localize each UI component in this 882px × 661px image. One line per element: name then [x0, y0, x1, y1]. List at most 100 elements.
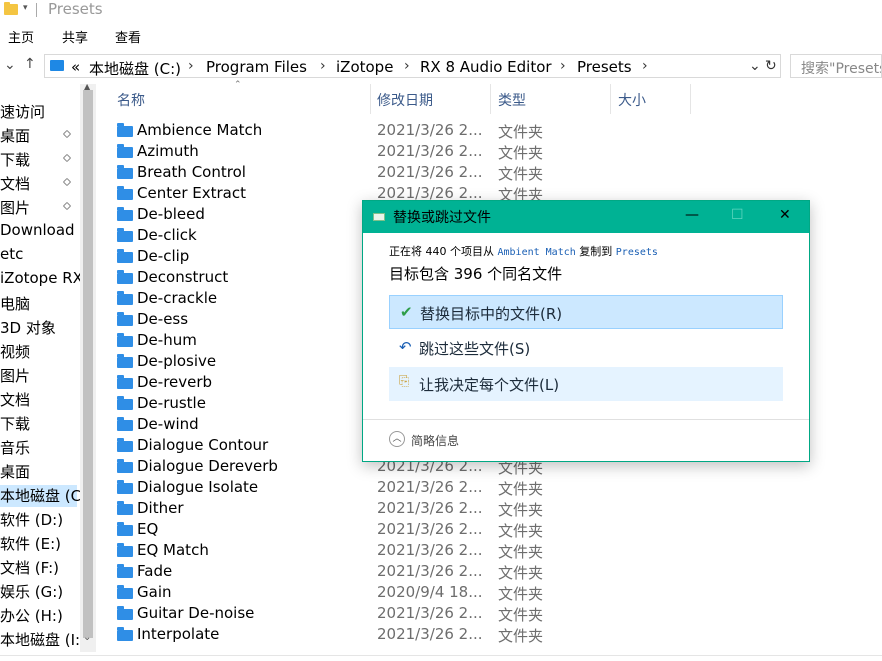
- nav-item[interactable]: 文档: [0, 389, 80, 411]
- column-divider[interactable]: [610, 84, 611, 114]
- tab-view[interactable]: 查看: [115, 27, 141, 46]
- nav-item[interactable]: 图片: [0, 197, 80, 219]
- breadcrumb-separator-icon[interactable]: ›: [642, 58, 648, 74]
- nav-item[interactable]: 下载: [0, 413, 80, 435]
- address-bar[interactable]: « 本地磁盘 (C:) › Program Files › iZotope › …: [44, 54, 781, 78]
- file-row[interactable]: EQ 2021/3/26 2... 文件夹: [112, 519, 612, 540]
- nav-item-label: etc: [0, 245, 24, 263]
- nav-item[interactable]: Download: [0, 221, 80, 243]
- file-row[interactable]: Azimuth 2021/3/26 2... 文件夹: [112, 141, 612, 162]
- tab-home[interactable]: 主页: [8, 27, 34, 46]
- dialog-copy-message: 正在将 440 个项目从 Ambient Match 复制到 Presets: [389, 243, 658, 259]
- folder-icon: [117, 123, 133, 137]
- nav-item[interactable]: 电脑: [0, 293, 80, 315]
- breadcrumb-drive[interactable]: 本地磁盘 (C:): [89, 58, 181, 79]
- nav-item[interactable]: 桌面: [0, 461, 80, 483]
- close-icon[interactable]: ✕: [779, 207, 791, 223]
- nav-item[interactable]: 音乐: [0, 437, 80, 459]
- tab-share[interactable]: 共享: [62, 27, 88, 46]
- skip-files-option[interactable]: ↶ 跳过这些文件(S): [389, 331, 783, 365]
- dialog-titlebar[interactable]: 替换或跳过文件 — ☐ ✕: [363, 201, 809, 233]
- nav-scrollbar[interactable]: ▲ ⌄: [80, 82, 96, 652]
- file-row[interactable]: Interpolate 2021/3/26 2... 文件夹: [112, 624, 612, 645]
- msg-dest-link[interactable]: Presets: [616, 247, 658, 258]
- file-row[interactable]: Dialogue Isolate 2021/3/26 2... 文件夹: [112, 477, 612, 498]
- file-row[interactable]: Fade 2021/3/26 2... 文件夹: [112, 561, 612, 582]
- file-row[interactable]: EQ Match 2021/3/26 2... 文件夹: [112, 540, 612, 561]
- sort-ascending-icon: ⌃: [234, 80, 242, 90]
- scrollbar-thumb[interactable]: [83, 90, 93, 638]
- pin-icon[interactable]: [62, 153, 72, 163]
- quick-access-dropdown-icon[interactable]: ▾: [23, 3, 28, 13]
- nav-item[interactable]: iZotope RX: [0, 269, 83, 291]
- titlebar-divider: [36, 3, 37, 17]
- breadcrumb-separator-icon[interactable]: ›: [560, 58, 566, 74]
- nav-item-label: 文档: [0, 391, 31, 409]
- nav-item-label: iZotope RX: [0, 269, 83, 287]
- scroll-down-icon[interactable]: ⌄: [83, 632, 91, 643]
- file-type: 文件夹: [498, 585, 544, 603]
- file-row[interactable]: Guitar De-noise 2021/3/26 2... 文件夹: [112, 603, 612, 624]
- nav-item[interactable]: 下载: [0, 149, 80, 171]
- copy-app-icon: [373, 213, 385, 221]
- minimize-icon[interactable]: —: [685, 207, 699, 223]
- nav-item-label: 下载: [0, 415, 31, 433]
- breadcrumb-izotope[interactable]: iZotope: [336, 58, 393, 76]
- compare-files-icon: ⎘: [399, 374, 410, 389]
- file-row[interactable]: Dither 2021/3/26 2... 文件夹: [112, 498, 612, 519]
- replace-files-option[interactable]: ✔ 替换目标中的文件(R): [389, 295, 783, 329]
- nav-item[interactable]: 办公 (H:): [0, 605, 80, 627]
- folder-icon: [117, 186, 133, 200]
- nav-item[interactable]: 文档 (F:): [0, 557, 80, 579]
- file-row[interactable]: Ambience Match 2021/3/26 2... 文件夹: [112, 120, 612, 141]
- file-row[interactable]: Breath Control 2021/3/26 2... 文件夹: [112, 162, 612, 183]
- nav-item[interactable]: 软件 (E:): [0, 533, 80, 555]
- breadcrumb-program-files[interactable]: Program Files: [206, 58, 307, 76]
- refresh-icon[interactable]: ↻: [765, 58, 777, 74]
- folder-icon: [117, 270, 133, 284]
- file-name: De-crackle: [137, 289, 218, 307]
- breadcrumb-rx8[interactable]: RX 8 Audio Editor: [420, 58, 552, 76]
- nav-item[interactable]: 软件 (D:): [0, 509, 80, 531]
- breadcrumb-separator-icon[interactable]: ›: [320, 58, 326, 74]
- column-header-type[interactable]: 类型: [498, 90, 526, 110]
- breadcrumb-overflow[interactable]: «: [71, 58, 80, 76]
- address-dropdown-icon[interactable]: ⌄: [749, 58, 761, 74]
- maximize-icon[interactable]: ☐: [731, 207, 744, 223]
- column-header-size[interactable]: 大小: [618, 90, 646, 110]
- breadcrumb-separator-icon[interactable]: ›: [404, 58, 410, 74]
- nav-item[interactable]: 图片: [0, 365, 80, 387]
- folder-icon: [4, 2, 18, 15]
- file-row[interactable]: Gain 2020/9/4 18... 文件夹: [112, 582, 612, 603]
- pin-icon[interactable]: [62, 129, 72, 139]
- breadcrumb-presets[interactable]: Presets: [577, 58, 632, 76]
- breadcrumb-separator-icon[interactable]: ›: [188, 58, 194, 74]
- column-divider[interactable]: [690, 84, 691, 114]
- nav-item[interactable]: 本地磁盘 (C:: [0, 485, 86, 507]
- nav-item[interactable]: 速访问: [0, 101, 80, 123]
- search-input[interactable]: 搜索"Presets": [790, 54, 882, 78]
- pin-icon[interactable]: [62, 177, 72, 187]
- file-date: 2021/3/26 2...: [377, 541, 483, 559]
- nav-item[interactable]: 文档: [0, 173, 80, 195]
- up-arrow-icon[interactable]: ↑: [24, 56, 36, 72]
- column-divider[interactable]: [370, 84, 371, 114]
- file-name: De-ess: [137, 310, 189, 328]
- nav-item[interactable]: 视频: [0, 341, 80, 363]
- file-type: 文件夹: [498, 123, 544, 141]
- pin-icon[interactable]: [62, 201, 72, 211]
- nav-item[interactable]: 娱乐 (G:): [0, 581, 80, 603]
- nav-item-label: 本地磁盘 (C:: [0, 487, 87, 505]
- nav-item[interactable]: 本地磁盘 (I:): [0, 629, 86, 651]
- column-header-date[interactable]: 修改日期: [377, 90, 433, 110]
- column-divider[interactable]: [490, 84, 491, 114]
- nav-item[interactable]: etc: [0, 245, 80, 267]
- msg-source-link[interactable]: Ambient Match: [498, 247, 576, 258]
- column-header-name[interactable]: 名称: [117, 90, 145, 110]
- nav-item[interactable]: 3D 对象: [0, 317, 80, 339]
- file-type: 文件夹: [498, 144, 544, 162]
- decide-each-option[interactable]: ⎘ 让我决定每个文件(L): [389, 367, 783, 401]
- nav-item[interactable]: 桌面: [0, 125, 80, 147]
- dropdown-history-icon[interactable]: ⌄: [4, 57, 16, 73]
- file-name: Ambience Match: [137, 121, 263, 139]
